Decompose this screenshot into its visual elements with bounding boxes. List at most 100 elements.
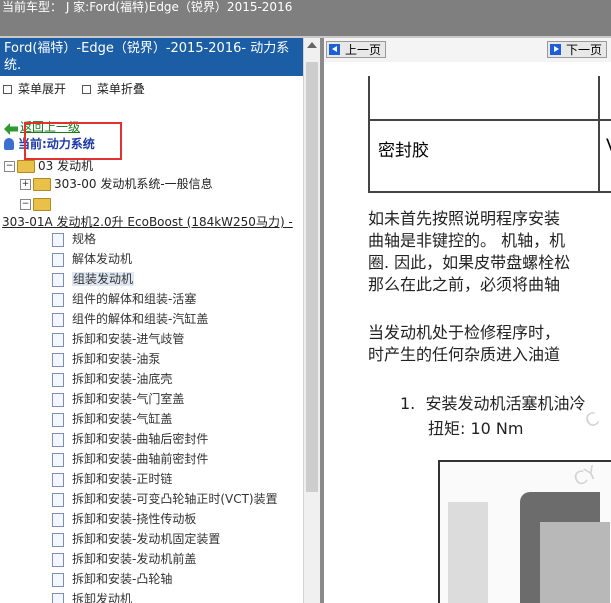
tree-leaf-item[interactable]: 拆卸和安装-油底壳: [52, 370, 172, 388]
expand-toggle-icon[interactable]: +: [20, 179, 31, 190]
tree-leaf-label[interactable]: 规格: [72, 232, 96, 246]
step-text: 安装发动机活塞机油冷: [425, 394, 586, 413]
tree-node-engine[interactable]: 303-01A 发动机2.0升 EcoBoost (184kW250马力) -: [2, 213, 293, 231]
document-icon: [52, 372, 64, 387]
menu-expand-link[interactable]: 菜单展开: [18, 82, 66, 96]
folder-icon: [17, 160, 35, 173]
tree-leaf-label[interactable]: 拆卸和安装-可变凸轮轴正时(VCT)装置: [72, 492, 278, 506]
table-column-divider: [598, 76, 600, 191]
tree-leaf-item[interactable]: 组件的解体和组装-汽缸盖: [52, 310, 208, 328]
tree-leaf-label[interactable]: 拆卸发动机: [72, 592, 132, 603]
document-icon: [52, 252, 64, 267]
tree-leaf-item[interactable]: 拆卸和安装-曲轴后密封件: [52, 430, 208, 448]
document-icon: [52, 332, 64, 347]
paragraph-line: 时产生的任何杂质进入油道: [368, 345, 561, 364]
document-icon: [52, 432, 64, 447]
document-icon: [52, 312, 64, 327]
prev-page-label: 上一页: [345, 43, 382, 57]
illustration-part: [540, 522, 610, 603]
tree-leaf-label[interactable]: 拆卸和安装-曲轴前密封件: [72, 452, 208, 466]
tree-node-general[interactable]: +303-00 发动机系统-一般信息: [20, 175, 213, 193]
tree-leaf-label[interactable]: 拆卸和安装-油底壳: [72, 372, 172, 386]
tree-leaf-item[interactable]: 拆卸和安装-凸轮轴: [52, 570, 172, 588]
tree-leaf-item[interactable]: 拆卸和安装-进气歧管: [52, 330, 184, 348]
tree-node-engine-folder[interactable]: −: [20, 195, 54, 213]
paragraph-line: 当发动机处于检修程序时，: [368, 323, 561, 342]
menu-controls: 菜单展开 菜单折叠: [3, 80, 157, 97]
tree-leaf-label[interactable]: 组件的解体和组装-活塞: [72, 292, 196, 306]
table-cell-value: V: [606, 136, 611, 156]
tree-leaf-label[interactable]: 拆卸和安装-发动机前盖: [72, 552, 196, 566]
paragraph-1: 如未首先按照说明程序安装 曲轴是非键控的。 机轴，机 圈. 因此，如果皮带盘螺栓…: [368, 208, 570, 296]
table-row-divider: [370, 119, 611, 121]
tree-leaf-item[interactable]: 拆卸和安装-气缸盖: [52, 410, 172, 428]
collapse-toggle-icon[interactable]: −: [20, 199, 31, 210]
tree-leaf-item[interactable]: 拆卸和安装-气门室盖: [52, 390, 184, 408]
tree-leaf-item[interactable]: 拆卸和安装-正时链: [52, 470, 172, 488]
tree-leaf-label[interactable]: 拆卸和安装-油泵: [72, 352, 160, 366]
left-navigation-panel: Ford(福特）-Edge（锐界）-2015-2016- 动力系统. 菜单展开 …: [0, 38, 303, 603]
menu-collapse-link[interactable]: 菜单折叠: [97, 82, 145, 96]
tree-leaf-label[interactable]: 拆卸和安装-正时链: [72, 472, 172, 486]
watermark: C: [582, 408, 603, 433]
back-arrow-icon[interactable]: [4, 123, 18, 135]
document-icon: [52, 292, 64, 307]
collapse-icon: [81, 85, 91, 94]
tree-leaf-item[interactable]: 规格: [52, 230, 96, 248]
tree-leaf-label[interactable]: 拆卸和安装-气缸盖: [72, 412, 172, 426]
paragraph-2: 当发动机处于检修程序时， 时产生的任何杂质进入油道: [368, 322, 560, 366]
vehicle-line-text: 当前车型： J 家:Ford(福特)Edge（锐界）2015-2016: [2, 0, 293, 14]
tree-leaf-item[interactable]: 拆卸和安装-油泵: [52, 350, 160, 368]
tree-leaf-item[interactable]: 拆卸和安装-曲轴前密封件: [52, 450, 208, 468]
scrollbar-thumb[interactable]: [306, 62, 318, 492]
folder-icon: [33, 178, 51, 191]
tree-leaf-label[interactable]: 拆卸和安装-曲轴后密封件: [72, 432, 208, 446]
paragraph-line: 曲轴是非键控的。 机轴，机: [368, 231, 566, 250]
red-highlight-box: [24, 122, 122, 160]
tree-leaf-label[interactable]: 拆卸和安装-挠性传动板: [72, 512, 196, 526]
tree-leaf-label[interactable]: 组装发动机: [72, 272, 135, 286]
tree-leaf-label[interactable]: 组件的解体和组装-汽缸盖: [72, 312, 208, 326]
location-pin-icon: [4, 138, 14, 150]
tree-leaf-item[interactable]: 拆卸和安装-挠性传动板: [52, 510, 196, 528]
tree-leaf-label[interactable]: 拆卸和安装-凸轮轴: [72, 572, 172, 586]
tree-leaf-item[interactable]: 拆卸和安装-可变凸轮轴正时(VCT)装置: [52, 490, 278, 508]
vehicle-header-bar: 当前车型： J 家:Ford(福特)Edge（锐界）2015-2016: [0, 0, 611, 36]
document-icon: [52, 512, 64, 527]
left-scrollbar[interactable]: [303, 38, 321, 603]
document-icon: [52, 232, 64, 247]
page-nav-bar: 上一页 下一页: [324, 38, 611, 62]
document-icon: [52, 352, 64, 367]
table-cell-sealant: 密封胶: [378, 141, 429, 161]
torque-spec: 扭矩: 10 Nm: [428, 419, 524, 438]
expand-icon: [3, 85, 12, 94]
document-icon: [52, 412, 64, 427]
prev-arrow-icon: [329, 44, 340, 55]
tree-leaf-item[interactable]: 拆卸和安装-发动机前盖: [52, 550, 196, 568]
tree-node-section[interactable]: − 03 发动机: [4, 157, 93, 175]
document-icon: [52, 472, 64, 487]
next-arrow-icon: [550, 44, 561, 55]
tree-leaf-item[interactable]: 拆卸发动机: [52, 590, 132, 603]
tree-leaf-item[interactable]: 拆卸和安装-发动机固定装置: [52, 530, 220, 548]
scroll-up-arrow-icon[interactable]: [307, 42, 317, 48]
document-icon: [52, 552, 64, 567]
tree-node-general-label[interactable]: 303-00 发动机系统-一般信息: [54, 177, 213, 191]
tree-leaf-label[interactable]: 拆卸和安装-进气歧管: [72, 332, 184, 346]
tree-leaf-label[interactable]: 解体发动机: [72, 252, 132, 266]
collapse-toggle-icon[interactable]: −: [4, 161, 15, 172]
next-page-button[interactable]: 下一页: [547, 41, 608, 58]
document-icon: [52, 492, 64, 507]
paragraph-line: 那么在此之前，必须将曲轴: [368, 275, 561, 294]
prev-page-button[interactable]: 上一页: [326, 41, 387, 58]
illustration-part: [448, 502, 488, 603]
tree-leaf-item[interactable]: 组装发动机: [52, 270, 135, 288]
tree-leaf-label[interactable]: 拆卸和安装-气门室盖: [72, 392, 184, 406]
tree-node-engine-label[interactable]: 303-01A 发动机2.0升 EcoBoost (184kW250马力) -: [2, 215, 293, 229]
tree-leaf-label[interactable]: 拆卸和安装-发动机固定装置: [72, 532, 220, 546]
tree-node-section-label[interactable]: 03 发动机: [38, 159, 93, 173]
tree-leaf-item[interactable]: 解体发动机: [52, 250, 132, 268]
document-icon: [52, 572, 64, 587]
tree-leaf-item[interactable]: 组件的解体和组装-活塞: [52, 290, 196, 308]
spec-table: 密封胶 V: [368, 76, 611, 193]
